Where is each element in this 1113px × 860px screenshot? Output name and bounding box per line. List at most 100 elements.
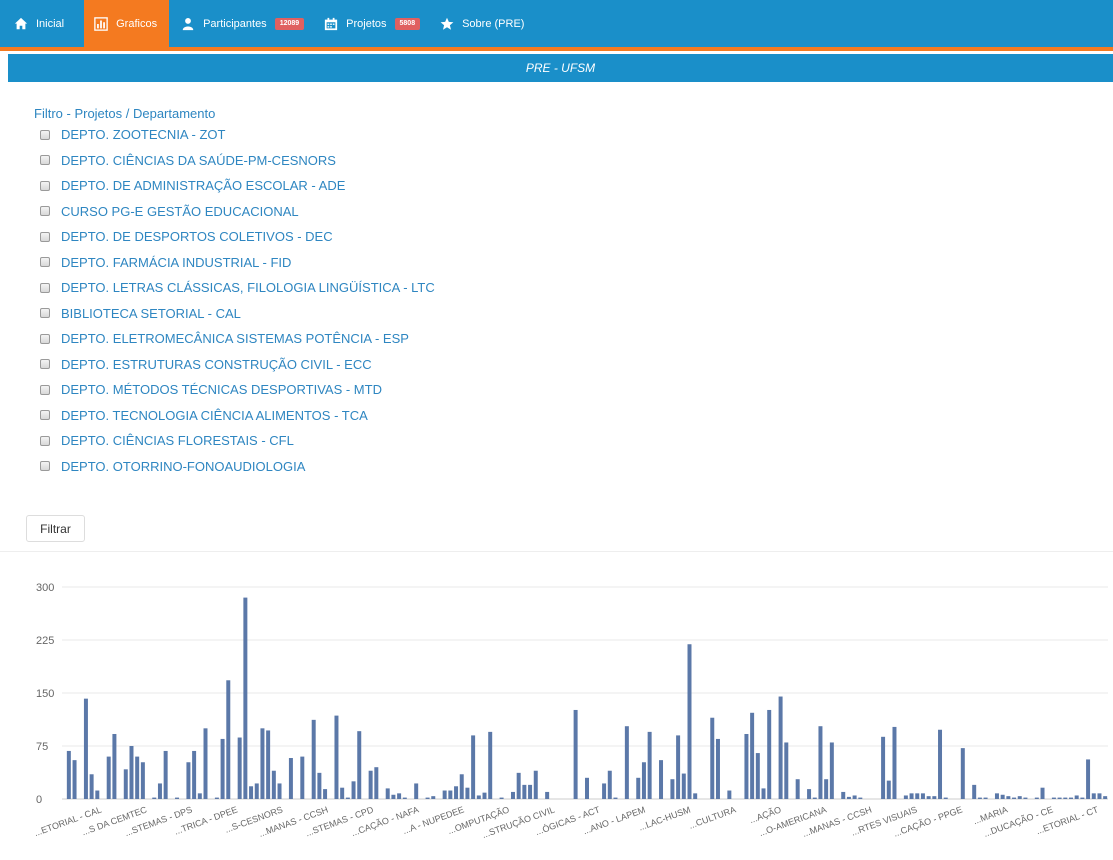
department-checkbox[interactable]: [40, 333, 50, 344]
chart-bar[interactable]: [1023, 797, 1028, 799]
chart-bar[interactable]: [585, 777, 589, 799]
chart-bar[interactable]: [476, 795, 481, 799]
chart-bar[interactable]: [693, 793, 698, 799]
chart-bar[interactable]: [442, 790, 447, 799]
department-checkbox[interactable]: [40, 180, 50, 191]
chart-bar[interactable]: [886, 780, 891, 799]
chart-bar[interactable]: [317, 772, 322, 799]
chart-bar[interactable]: [750, 712, 755, 799]
chart-bar[interactable]: [607, 770, 612, 799]
nav-inicial[interactable]: Inicial: [8, 0, 78, 47]
chart-bar[interactable]: [334, 715, 339, 799]
chart-bar[interactable]: [482, 792, 487, 799]
chart-bar[interactable]: [95, 790, 100, 799]
chart-bar[interactable]: [1080, 797, 1085, 799]
department-checkbox[interactable]: [40, 206, 50, 217]
chart-bar[interactable]: [920, 793, 925, 799]
chart-bar[interactable]: [1069, 797, 1073, 799]
chart-bar[interactable]: [214, 797, 219, 799]
department-item[interactable]: DEPTO. OTORRINO-FONOAUDIOLOGIA: [38, 454, 435, 480]
department-item[interactable]: DEPTO. ELETROMECÂNICA SISTEMAS POTÊNCIA …: [38, 326, 435, 352]
chart-bar[interactable]: [977, 797, 982, 799]
chart-bar[interactable]: [915, 793, 920, 799]
nav-participantes[interactable]: Participantes 12089: [175, 0, 318, 47]
chart-bar[interactable]: [659, 760, 664, 799]
chart-bar[interactable]: [510, 791, 515, 799]
chart-bar[interactable]: [89, 774, 94, 799]
chart-bar[interactable]: [140, 762, 145, 799]
chart-bar[interactable]: [778, 696, 783, 799]
chart-bar[interactable]: [1086, 759, 1091, 799]
chart-bar[interactable]: [943, 797, 948, 799]
chart-bar[interactable]: [397, 793, 402, 799]
chart-bar[interactable]: [266, 730, 271, 799]
chart-bar[interactable]: [488, 731, 493, 799]
chart-bar[interactable]: [909, 793, 914, 799]
chart-bar[interactable]: [858, 797, 863, 799]
chart-bar[interactable]: [516, 772, 521, 799]
chart-bar[interactable]: [1074, 795, 1079, 799]
chart-bar[interactable]: [135, 756, 140, 799]
chart-bar[interactable]: [454, 786, 459, 799]
department-item[interactable]: DEPTO. ZOOTECNIA - ZOT: [38, 122, 435, 148]
chart-bar[interactable]: [129, 746, 134, 799]
chart-bar[interactable]: [1063, 797, 1068, 799]
department-checkbox[interactable]: [40, 410, 50, 421]
department-checkbox[interactable]: [40, 461, 50, 472]
chart-bar[interactable]: [72, 760, 77, 799]
chart-bar[interactable]: [197, 793, 202, 799]
chart-bar[interactable]: [624, 726, 629, 799]
chart-bar[interactable]: [163, 750, 168, 799]
chart-bar[interactable]: [715, 738, 720, 799]
chart-bar[interactable]: [1040, 787, 1045, 799]
chart-bar[interactable]: [374, 767, 379, 799]
department-checkbox[interactable]: [40, 282, 50, 293]
chart-bar[interactable]: [152, 797, 157, 799]
department-checkbox[interactable]: [40, 231, 50, 242]
department-checkbox[interactable]: [40, 129, 50, 140]
chart-bar[interactable]: [402, 797, 407, 799]
chart-bar[interactable]: [784, 742, 789, 799]
chart-bar[interactable]: [175, 797, 180, 799]
chart-bar[interactable]: [602, 783, 607, 799]
chart-bar[interactable]: [391, 794, 396, 799]
chart-bar[interactable]: [471, 735, 476, 799]
chart-bar[interactable]: [288, 758, 293, 799]
chart-bar[interactable]: [237, 737, 242, 799]
department-checkbox[interactable]: [40, 308, 50, 319]
chart-bar[interactable]: [807, 789, 812, 799]
chart-bar[interactable]: [881, 736, 886, 799]
chart-bar[interactable]: [932, 796, 937, 799]
department-item[interactable]: DEPTO. ESTRUTURAS CONSTRUÇÃO CIVIL - ECC: [38, 352, 435, 378]
chart-bar[interactable]: [926, 796, 931, 799]
chart-bar[interactable]: [459, 774, 464, 799]
chart-bar[interactable]: [414, 783, 419, 799]
chart-bar[interactable]: [522, 784, 527, 799]
chart-bar[interactable]: [994, 793, 999, 799]
chart-bar[interactable]: [351, 781, 356, 799]
department-checkbox[interactable]: [40, 384, 50, 395]
chart-bar[interactable]: [1051, 797, 1056, 799]
chart-bar[interactable]: [727, 790, 732, 799]
department-item[interactable]: DEPTO. DE ADMINISTRAÇÃO ESCOLAR - ADE: [38, 173, 435, 199]
department-checkbox[interactable]: [40, 155, 50, 166]
chart-bar[interactable]: [1034, 797, 1039, 799]
chart-bar[interactable]: [710, 717, 715, 799]
chart-bar[interactable]: [368, 770, 373, 799]
chart-bar[interactable]: [499, 797, 504, 799]
chart-bar[interactable]: [271, 770, 276, 799]
chart-bar[interactable]: [812, 797, 817, 799]
chart-bar[interactable]: [260, 728, 265, 799]
chart-bar[interactable]: [983, 797, 988, 799]
chart-bar[interactable]: [323, 789, 328, 799]
chart-bar[interactable]: [1012, 797, 1017, 799]
nav-graficos[interactable]: Graficos: [84, 0, 170, 47]
chart-bar[interactable]: [465, 787, 470, 799]
chart-bar[interactable]: [528, 784, 533, 799]
department-item[interactable]: DEPTO. LETRAS CLÁSSICAS, FILOLOGIA LINGÜ…: [38, 275, 435, 301]
chart-bar[interactable]: [636, 777, 641, 799]
chart-bar[interactable]: [841, 791, 846, 799]
chart-bar[interactable]: [345, 797, 350, 799]
department-item[interactable]: DEPTO. DE DESPORTOS COLETIVOS - DEC: [38, 224, 435, 250]
chart-bar[interactable]: [795, 779, 800, 799]
